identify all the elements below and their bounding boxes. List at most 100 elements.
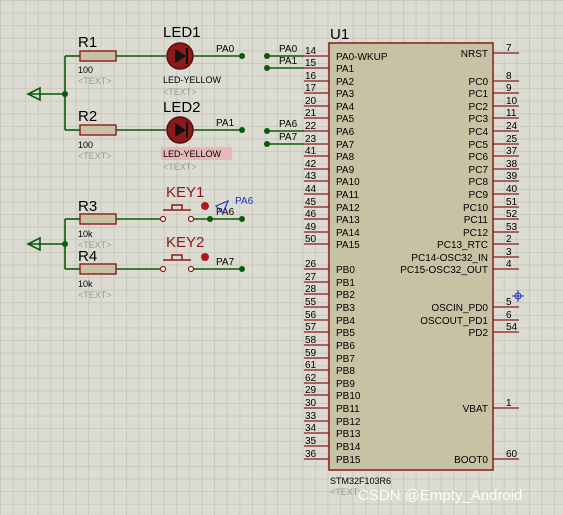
- pin-number: 60: [506, 449, 518, 460]
- net-label-pa7: PA7: [279, 132, 298, 143]
- pin-name: PC5: [469, 140, 489, 151]
- watermark: CSDN @Empty_Android: [358, 487, 522, 504]
- ground-arrow-icon: [26, 236, 41, 252]
- pin-number: 23: [305, 134, 317, 145]
- probe-label: PA6: [235, 196, 254, 207]
- pushbutton-key1[interactable]: KEY1: [159, 184, 210, 223]
- led2-ref: LED2: [163, 99, 201, 116]
- pin-number: 17: [305, 83, 317, 94]
- resistor-r3[interactable]: R3 10k <TEXT>: [78, 198, 117, 250]
- pin-number: 26: [305, 259, 317, 270]
- led1-ref: LED1: [163, 24, 201, 41]
- pin-name: NRST: [461, 49, 488, 60]
- r1-value: 100: [78, 65, 93, 75]
- pin-number: 24: [506, 121, 518, 132]
- pin-name: PA14: [336, 228, 360, 239]
- pin-number: 16: [305, 71, 317, 82]
- ground-symbol-top[interactable]: [26, 86, 68, 102]
- pin-number: 1: [506, 398, 512, 409]
- pin-number: 27: [305, 272, 317, 283]
- pin-name: PC10: [463, 203, 488, 214]
- pin-number: 20: [305, 96, 317, 107]
- pin-name: PC3: [469, 114, 489, 125]
- pin-number: 45: [305, 197, 317, 208]
- resistor-r1[interactable]: R1 100 <TEXT>: [78, 34, 117, 86]
- pin-name: OSCIN_PD0: [431, 303, 488, 314]
- pin-name: OSCOUT_PD1: [420, 316, 488, 327]
- pin-name: PA7: [336, 140, 355, 151]
- pin-name: PC1: [469, 89, 489, 100]
- r2-value: 100: [78, 140, 93, 150]
- pin-name: PB10: [336, 391, 361, 402]
- pin-number: 5: [506, 297, 512, 308]
- pin-number: 14: [305, 46, 317, 57]
- pin-name: PA5: [336, 114, 355, 125]
- ground-arrow-icon: [26, 86, 41, 102]
- led2[interactable]: LED2 LED-YELLOW <TEXT>: [161, 99, 232, 172]
- pin-number: 3: [506, 247, 512, 258]
- pin-number: 37: [506, 146, 518, 157]
- pin-number: 53: [506, 222, 518, 233]
- net-label-pa0: PA0: [279, 44, 298, 55]
- r4-body[interactable]: [79, 263, 117, 275]
- led1[interactable]: LED1 LED-YELLOW <TEXT>: [163, 24, 222, 97]
- pin-name: PB12: [336, 417, 361, 428]
- pin-number: 6: [506, 310, 512, 321]
- r3-body[interactable]: [79, 213, 117, 225]
- pin-name: PB4: [336, 316, 355, 327]
- pin-name: PB3: [336, 303, 355, 314]
- r4-ref: R4: [78, 248, 97, 265]
- r2-body[interactable]: [79, 124, 117, 136]
- pin-name: PA3: [336, 89, 355, 100]
- pin-name: PC11: [464, 215, 489, 226]
- schematic-canvas[interactable]: U1 14PA0-WKUP15PA116PA217PA320PA421PA522…: [0, 0, 563, 515]
- pin-number: 51: [506, 197, 518, 208]
- r3-ref: R3: [78, 198, 97, 215]
- pin-name: PC2: [469, 102, 489, 113]
- pin-name: PC8: [469, 177, 489, 188]
- led1-part: LED-YELLOW: [163, 75, 222, 85]
- r1-body[interactable]: [79, 50, 117, 62]
- pin-name: PA4: [336, 102, 355, 113]
- pin-number: 59: [305, 348, 317, 359]
- pin-name: PB2: [336, 290, 355, 301]
- resistor-r4[interactable]: R4 10k <TEXT>: [78, 248, 117, 300]
- ground-symbol-bottom[interactable]: [26, 236, 68, 252]
- net-label-led1: PA0: [216, 44, 235, 55]
- pin-number: 40: [506, 184, 518, 195]
- pin-number: 41: [305, 146, 317, 157]
- pin-name: PB15: [336, 455, 361, 466]
- pin-name: PB9: [336, 379, 355, 390]
- mcu-u1[interactable]: U1 14PA0-WKUP15PA116PA217PA320PA421PA522…: [304, 26, 519, 497]
- pin-name: PA0-WKUP: [336, 52, 388, 63]
- r4-value: 10k: [78, 279, 93, 289]
- pushbutton-key2[interactable]: KEY2: [159, 234, 210, 273]
- pin-name: PA12: [336, 203, 360, 214]
- pin-name: VBAT: [463, 404, 488, 415]
- pin-number: 54: [506, 322, 518, 333]
- pin-number: 55: [305, 297, 317, 308]
- pin-name: PA6: [336, 127, 355, 138]
- pin-name: PB1: [336, 278, 355, 289]
- led2-text: <TEXT>: [163, 162, 197, 172]
- r1-text: <TEXT>: [78, 76, 112, 86]
- pin-number: 44: [305, 184, 317, 195]
- net-label-led2: PA1: [216, 118, 235, 129]
- pin-number: 52: [506, 209, 518, 220]
- resistor-r2[interactable]: R2 100 <TEXT>: [78, 108, 117, 161]
- net-label-key2: PA7: [216, 257, 235, 268]
- key1-state-indicator: [201, 202, 209, 210]
- pin-name: PC15-OSC32_OUT: [400, 265, 488, 276]
- pin-number: 36: [305, 449, 317, 460]
- pin-number: 10: [506, 96, 518, 107]
- pin-name: PC12: [463, 228, 488, 239]
- pin-number: 28: [305, 284, 317, 295]
- r2-text: <TEXT>: [78, 151, 112, 161]
- pin-number: 7: [506, 43, 512, 54]
- key2-ref: KEY2: [166, 234, 204, 251]
- pin-number: 46: [305, 209, 317, 220]
- mcu-part: STM32F103R6: [330, 476, 391, 486]
- crosshair-icon: [512, 290, 524, 302]
- pin-number: 29: [305, 385, 317, 396]
- led2-part: LED-YELLOW: [163, 149, 222, 159]
